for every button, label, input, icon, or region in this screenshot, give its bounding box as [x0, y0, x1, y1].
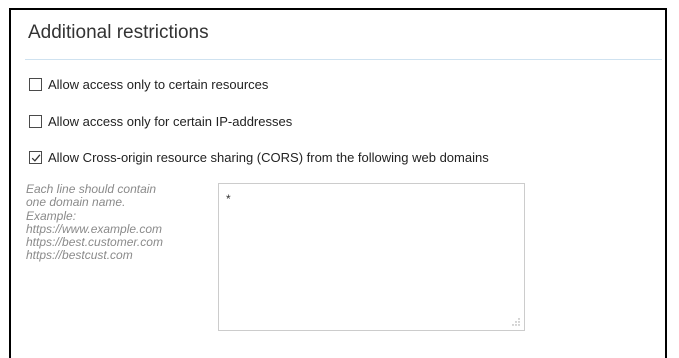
option-cors[interactable]: Allow Cross-origin resource sharing (COR… — [29, 149, 489, 165]
cors-hint: Each line should contain one domain name… — [26, 182, 206, 263]
hint-line: Example: — [26, 208, 77, 223]
hint-line: Each line should contain — [26, 182, 157, 196]
hint-line: https://www.example.com — [26, 221, 163, 236]
hint-line: https://bestcust.com — [26, 248, 133, 263]
option-certain-ip-addresses[interactable]: Allow access only for certain IP-address… — [29, 113, 292, 129]
cors-label: Allow Cross-origin resource sharing (COR… — [48, 149, 489, 165]
certain-resources-label: Allow access only to certain resources — [48, 76, 269, 92]
cors-domains-textarea[interactable]: * — [218, 183, 525, 331]
resize-grip-icon[interactable] — [511, 317, 521, 327]
option-certain-resources[interactable]: Allow access only to certain resources — [29, 76, 268, 92]
title-divider — [25, 59, 662, 60]
certain-ip-addresses-checkbox[interactable] — [29, 114, 42, 128]
section-title: Additional restrictions — [28, 22, 209, 43]
checkmark-icon — [31, 153, 41, 162]
certain-resources-checkbox[interactable] — [29, 77, 42, 91]
cors-checkbox[interactable] — [29, 150, 42, 164]
hint-line: https://best.customer.com — [26, 235, 163, 250]
certain-ip-addresses-label: Allow access only for certain IP-address… — [48, 113, 293, 129]
hint-line: one domain name. — [26, 195, 126, 210]
